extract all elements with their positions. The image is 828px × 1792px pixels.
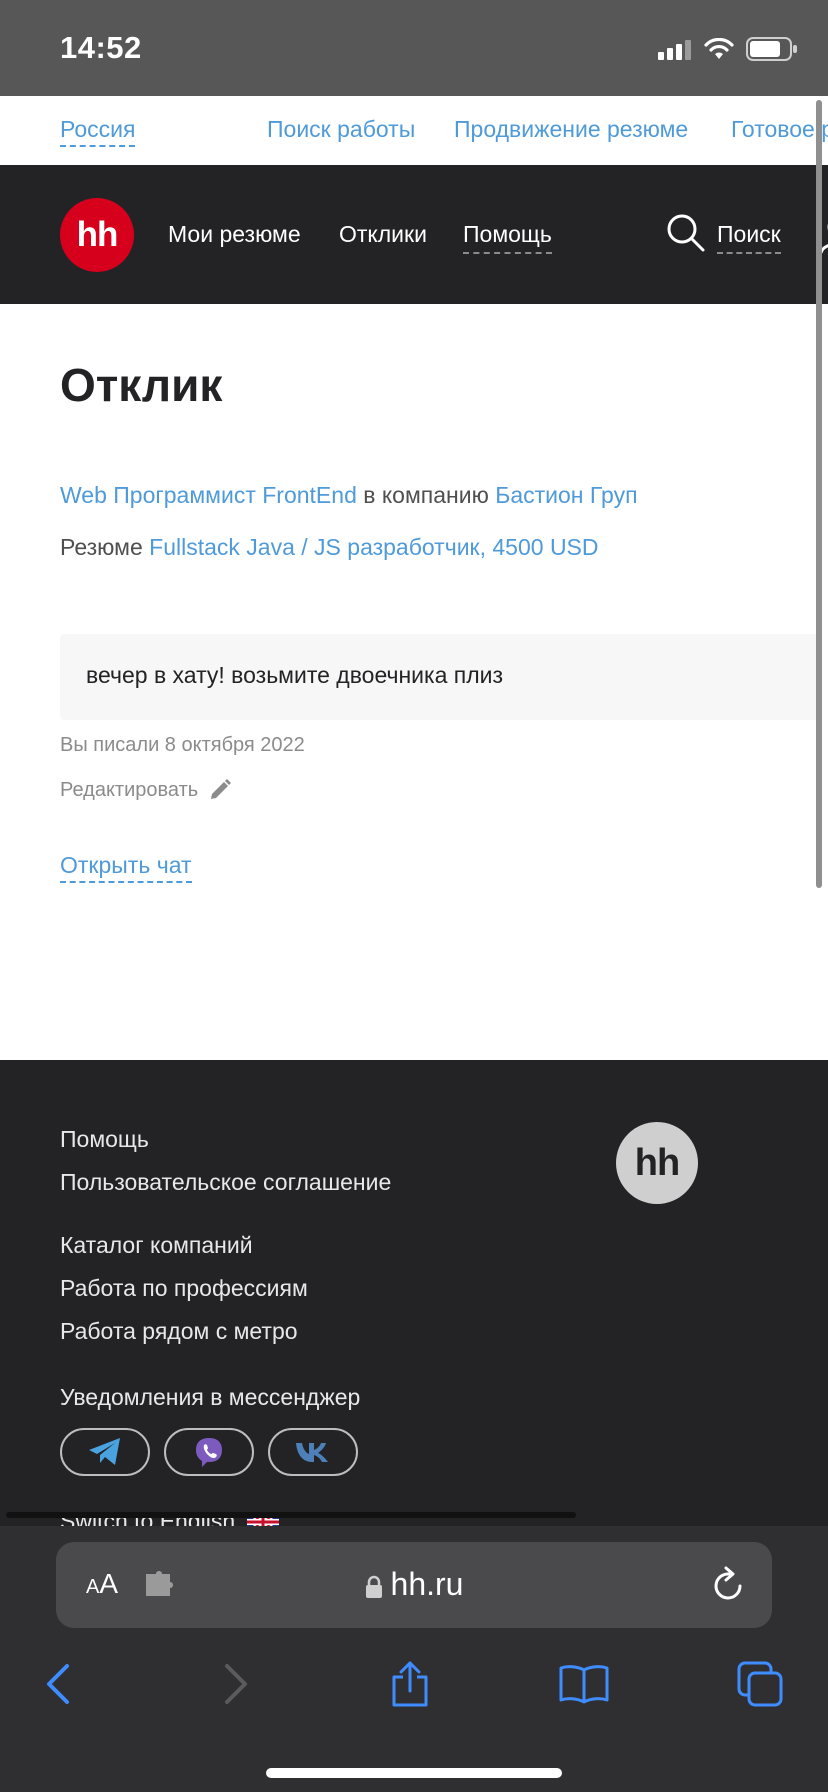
footer-link-jobs-near-metro[interactable]: Работа рядом с метро <box>60 1318 298 1345</box>
url-text: hh.ru <box>390 1566 464 1602</box>
edit-label: Редактировать <box>60 778 199 801</box>
reload-icon[interactable] <box>712 1566 746 1602</box>
top-link-resume-promotion[interactable]: Продвижение резюме <box>454 116 688 143</box>
viber-button[interactable] <box>164 1428 254 1476</box>
pencil-icon <box>211 779 232 799</box>
top-link-job-search[interactable]: Поиск работы <box>267 116 415 143</box>
telegram-icon <box>89 1438 120 1465</box>
footer-link-company-catalog[interactable]: Каталог компаний <box>60 1232 253 1259</box>
back-button[interactable] <box>28 1654 88 1714</box>
nav-help[interactable]: Помощь <box>463 221 552 254</box>
tabs-button[interactable] <box>730 1654 790 1714</box>
resume-line: Резюме Fullstack Java / JS разработчик, … <box>60 534 599 561</box>
address-bar[interactable]: AA hh.ru <box>56 1542 772 1628</box>
search-icon[interactable] <box>666 213 706 253</box>
wifi-icon <box>704 38 734 59</box>
company-link[interactable]: Бастион Груп <box>495 482 637 508</box>
message-box: вечер в хату! возьмите двоечника плиз <box>60 634 820 720</box>
footer-hh-logo[interactable]: hh <box>616 1122 698 1204</box>
main-content: Отклик Web Программист FrontEnd в компан… <box>0 304 828 1060</box>
in-company-text: в компанию <box>356 482 496 508</box>
top-links-bar: Россия Поиск работы Продвижение резюме Г… <box>0 96 828 165</box>
browser-toolbar: AA hh.ru <box>0 1526 828 1792</box>
vk-button[interactable] <box>268 1428 358 1476</box>
page-scrollbar[interactable] <box>816 100 822 888</box>
vk-icon <box>296 1443 328 1462</box>
forward-button[interactable] <box>206 1654 266 1714</box>
nav-responses[interactable]: Отклики <box>339 221 427 248</box>
tabs-icon <box>737 1661 783 1707</box>
hh-logo[interactable]: hh <box>60 198 134 272</box>
url-display: hh.ru <box>56 1566 772 1603</box>
page-title: Отклик <box>60 359 223 411</box>
book-icon <box>559 1665 609 1704</box>
chevron-right-icon <box>225 1664 247 1704</box>
cellular-signal-icon <box>658 40 691 60</box>
status-icons <box>658 34 798 64</box>
site-footer: Помощь Пользовательское соглашение Катал… <box>0 1060 828 1526</box>
footer-link-jobs-by-profession[interactable]: Работа по профессиям <box>60 1275 308 1302</box>
site-header: hh Мои резюме Отклики Помощь Поиск <box>0 165 828 304</box>
status-bar: 14:52 <box>0 0 828 96</box>
open-chat-link[interactable]: Открыть чат <box>60 852 192 883</box>
message-text: вечер в хату! возьмите двоечника плиз <box>86 662 504 688</box>
resume-link[interactable]: Fullstack Java / JS разработчик, 4500 US… <box>149 534 598 560</box>
resume-prefix: Резюме <box>60 534 150 560</box>
edit-button[interactable]: Редактировать <box>60 778 232 802</box>
horizontal-scroll-indicator <box>6 1512 576 1518</box>
vacancy-link[interactable]: Web Программист FrontEnd <box>60 482 357 508</box>
written-date: Вы писали 8 октября 2022 <box>60 734 305 756</box>
share-button[interactable] <box>380 1654 440 1714</box>
telegram-button[interactable] <box>60 1428 150 1476</box>
viber-icon <box>196 1438 222 1467</box>
nav-search-label[interactable]: Поиск <box>717 221 781 254</box>
chevron-left-icon <box>47 1664 69 1704</box>
messenger-heading: Уведомления в мессенджер <box>60 1384 361 1410</box>
share-icon <box>392 1661 428 1707</box>
top-link-ready-resume[interactable]: Готовое резюме <box>731 116 828 143</box>
vacancy-line: Web Программист FrontEnd в компанию Баст… <box>60 482 638 509</box>
footer-link-user-agreement[interactable]: Пользовательское соглашение <box>60 1169 391 1196</box>
lock-icon <box>365 1575 382 1598</box>
home-indicator[interactable] <box>266 1768 562 1778</box>
bookmarks-button[interactable] <box>554 1654 614 1714</box>
nav-my-resumes[interactable]: Мои резюме <box>168 221 301 248</box>
status-time: 14:52 <box>60 30 142 65</box>
region-selector-link[interactable]: Россия <box>60 116 136 147</box>
footer-link-help[interactable]: Помощь <box>60 1126 149 1153</box>
battery-icon <box>746 37 797 61</box>
